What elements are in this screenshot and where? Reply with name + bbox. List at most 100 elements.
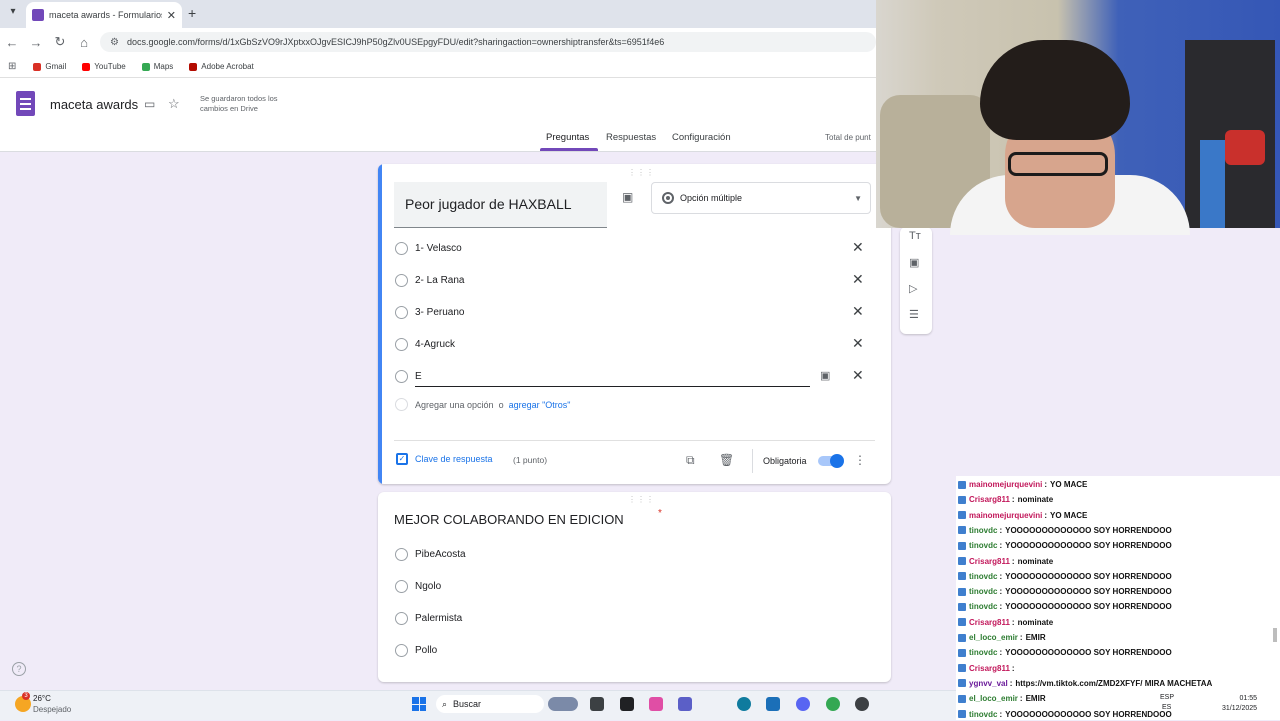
bookmark-youtube[interactable]: YouTube: [77, 62, 130, 71]
answer-key-button[interactable]: ✓ Clave de respuesta: [396, 453, 493, 465]
taskbar-search[interactable]: ⌕ Buscar: [436, 695, 544, 713]
chat-separator: :: [999, 541, 1003, 551]
chat-username[interactable]: tinovdc: [969, 710, 997, 719]
new-tab-button[interactable]: +: [188, 5, 196, 21]
tab-search-icon[interactable]: ▾: [6, 6, 20, 20]
chat-username[interactable]: tinovdc: [969, 648, 997, 657]
chat-username[interactable]: Crisarg811: [969, 557, 1010, 566]
windows-start-icon[interactable]: [412, 697, 426, 711]
chat-text: EMIR: [1025, 633, 1046, 642]
radio-icon: [395, 611, 408, 625]
option-label[interactable]: 4-Agruck: [415, 339, 455, 350]
remove-option-icon[interactable]: ✕: [852, 367, 864, 384]
duplicate-icon[interactable]: ⧉: [686, 453, 695, 468]
add-video-icon[interactable]: ▷: [909, 282, 917, 295]
option-row[interactable]: 4-Agruck: [395, 334, 875, 354]
chat-username[interactable]: Crisarg811: [969, 495, 1010, 504]
more-options-icon[interactable]: ⋮: [854, 453, 866, 467]
clock[interactable]: 01:55 31/12/2025: [1222, 694, 1257, 714]
site-info-icon[interactable]: ⚙: [110, 37, 119, 48]
remove-option-icon[interactable]: ✕: [852, 271, 864, 288]
chat-username[interactable]: tinovdc: [969, 602, 997, 611]
question-title[interactable]: MEJOR COLABORANDO EN EDICION: [394, 512, 624, 527]
add-image-icon[interactable]: ▣: [909, 256, 919, 269]
drag-handle-icon[interactable]: ⋮⋮⋮: [628, 495, 655, 504]
option-row-editing[interactable]: E: [395, 366, 875, 386]
option-row[interactable]: 1- Velasco: [395, 238, 875, 258]
chat-username[interactable]: Crisarg811: [969, 664, 1010, 673]
tab-close-icon[interactable]: ✕: [167, 9, 176, 22]
option-row[interactable]: PibeAcosta: [395, 544, 875, 564]
tab-responses[interactable]: Respuestas: [606, 132, 656, 143]
google-forms-logo-icon[interactable]: [16, 91, 35, 116]
required-toggle[interactable]: [818, 454, 844, 468]
tab-questions[interactable]: Preguntas: [546, 132, 589, 143]
option-input[interactable]: E: [415, 371, 422, 382]
tab-settings[interactable]: Configuración: [672, 132, 731, 143]
chat-text: YOOOOOOOOOOOOO SOY HORRENDOOO: [1005, 571, 1172, 581]
home-icon[interactable]: ⌂: [72, 30, 96, 54]
chat-username[interactable]: Crisarg811: [969, 618, 1010, 627]
drag-handle-icon[interactable]: ⋮⋮⋮: [628, 168, 655, 177]
widgets-icon[interactable]: [548, 697, 578, 711]
address-bar[interactable]: ⚙ docs.google.com/forms/d/1xGbSzVO9rJXpt…: [100, 32, 876, 52]
option-label[interactable]: 3- Peruano: [415, 307, 464, 318]
app-icon[interactable]: [620, 697, 634, 711]
chat-username[interactable]: tinovdc: [969, 587, 997, 596]
chat-scrollbar[interactable]: [1273, 628, 1277, 642]
discord-icon[interactable]: [796, 697, 810, 711]
chat-separator: :: [1011, 663, 1015, 673]
chat-username[interactable]: tinovdc: [969, 541, 997, 550]
option-label[interactable]: 2- La Rana: [415, 275, 464, 286]
file-explorer-icon[interactable]: [590, 697, 604, 711]
add-image-icon[interactable]: ▣: [622, 190, 633, 204]
store-icon[interactable]: [766, 697, 780, 711]
chat-username[interactable]: tinovdc: [969, 526, 997, 535]
star-icon[interactable]: ☆: [168, 96, 180, 112]
clock-time: 01:55: [1239, 695, 1258, 702]
remove-option-icon[interactable]: ✕: [852, 303, 864, 320]
option-row[interactable]: Ngolo: [395, 576, 875, 596]
bookmark-gmail[interactable]: Gmail: [28, 62, 71, 71]
apps-grid-icon[interactable]: ⊞: [8, 61, 16, 72]
add-option-link[interactable]: Agregar una opción: [415, 400, 494, 410]
chat-username[interactable]: el_loco_emir: [969, 694, 1018, 703]
chat-username[interactable]: mainomejurquevini: [969, 480, 1042, 489]
option-row[interactable]: Palermista: [395, 608, 875, 628]
browser-tab[interactable]: maceta awards - Formularios d ✕: [26, 2, 182, 28]
form-title[interactable]: maceta awards: [50, 97, 138, 112]
chat-username[interactable]: ygnvv_val: [969, 679, 1008, 688]
add-image-icon[interactable]: ▣: [820, 369, 830, 382]
add-title-icon[interactable]: Tт: [909, 230, 921, 242]
delete-icon[interactable]: 🗑: [719, 453, 734, 467]
remove-option-icon[interactable]: ✕: [852, 239, 864, 256]
option-label[interactable]: 1- Velasco: [415, 243, 462, 254]
chat-message: Crisarg811:: [958, 662, 1276, 675]
bookmark-maps[interactable]: Maps: [137, 62, 179, 71]
add-section-icon[interactable]: ☰: [909, 308, 919, 321]
chrome-icon[interactable]: [826, 697, 840, 711]
copilot-icon[interactable]: [649, 697, 663, 711]
help-icon[interactable]: ?: [12, 662, 26, 676]
question-title-input[interactable]: Peor jugador de HAXBALL: [394, 182, 607, 228]
option-row[interactable]: 3- Peruano: [395, 302, 875, 322]
teams-icon[interactable]: [678, 697, 692, 711]
bookmark-adobe-acrobat[interactable]: Adobe Acrobat: [184, 62, 258, 71]
chat-username[interactable]: tinovdc: [969, 572, 997, 581]
obs-icon[interactable]: [855, 697, 869, 711]
chat-username[interactable]: el_loco_emir: [969, 633, 1018, 642]
edge-icon[interactable]: [737, 697, 751, 711]
forward-icon[interactable]: →: [24, 30, 48, 54]
question-type-select[interactable]: Opción múltiple ▼: [651, 182, 871, 214]
remove-option-icon[interactable]: ✕: [852, 335, 864, 352]
chat-username[interactable]: mainomejurquevini: [969, 511, 1042, 520]
add-other-link[interactable]: agregar "Otros": [509, 400, 571, 410]
reload-icon[interactable]: ↻: [48, 30, 72, 54]
chat-text: https://vm.tiktok.com/ZMD2XFYF/ MIRA MAC…: [1015, 678, 1213, 688]
back-icon[interactable]: ←: [0, 30, 24, 54]
option-row[interactable]: Pollo: [395, 640, 875, 660]
option-row[interactable]: 2- La Rana: [395, 270, 875, 290]
folder-icon[interactable]: ▭: [144, 97, 155, 111]
chat-badge-icon: [958, 480, 966, 489]
chat-text: EMIR: [1025, 694, 1046, 704]
